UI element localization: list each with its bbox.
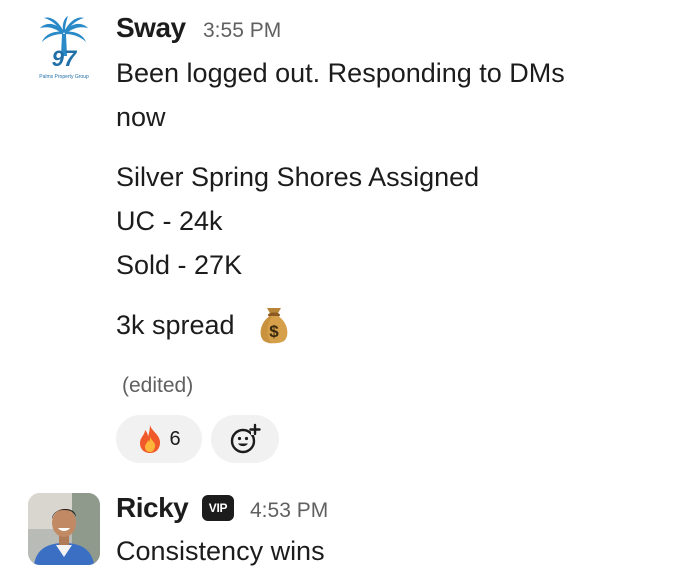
add-reaction-icon [229, 423, 261, 455]
message-sway: 97 Palms Property Group Sway 3:55 PM Bee… [0, 0, 678, 470]
message-text-line: Consistency wins [116, 536, 325, 566]
message-text-line: now [116, 102, 166, 132]
user-photo-icon [28, 493, 100, 565]
message-text-line: 3k spread [116, 310, 235, 340]
edited-label: (edited) [122, 374, 194, 397]
avatar-logo-caption: Palms Property Group [39, 74, 89, 80]
fire-icon [137, 424, 163, 454]
timestamp[interactable]: 3:55 PM [203, 19, 281, 43]
svg-text:$: $ [269, 322, 279, 341]
message-text-line: Been logged out. Responding to DMs [116, 58, 565, 88]
message-text-line: UC - 24k [116, 206, 223, 236]
money-bag-icon: $ [256, 302, 292, 344]
reaction-fire[interactable]: 6 [116, 415, 202, 463]
add-reaction-button[interactable] [211, 415, 279, 463]
vip-badge[interactable]: VIP [202, 495, 234, 521]
message-text-line: Silver Spring Shores Assigned [116, 162, 480, 192]
avatar-sway[interactable]: 97 Palms Property Group [28, 12, 100, 84]
author-name[interactable]: Sway [116, 12, 186, 44]
avatar-ricky[interactable] [28, 493, 100, 565]
message-body-ricky: Ricky VIP 4:53 PM Consistency wins [116, 492, 668, 584]
reaction-count: 6 [169, 427, 181, 450]
message-text-line: Sold - 27K [116, 250, 243, 280]
avatar-logo-number: 97 [51, 46, 77, 71]
message-body-sway: Sway 3:55 PM Been logged out. Responding… [116, 12, 668, 472]
author-name[interactable]: Ricky [116, 492, 189, 524]
timestamp[interactable]: 4:53 PM [250, 499, 328, 523]
message-ricky: Ricky VIP 4:53 PM Consistency wins [0, 478, 678, 584]
